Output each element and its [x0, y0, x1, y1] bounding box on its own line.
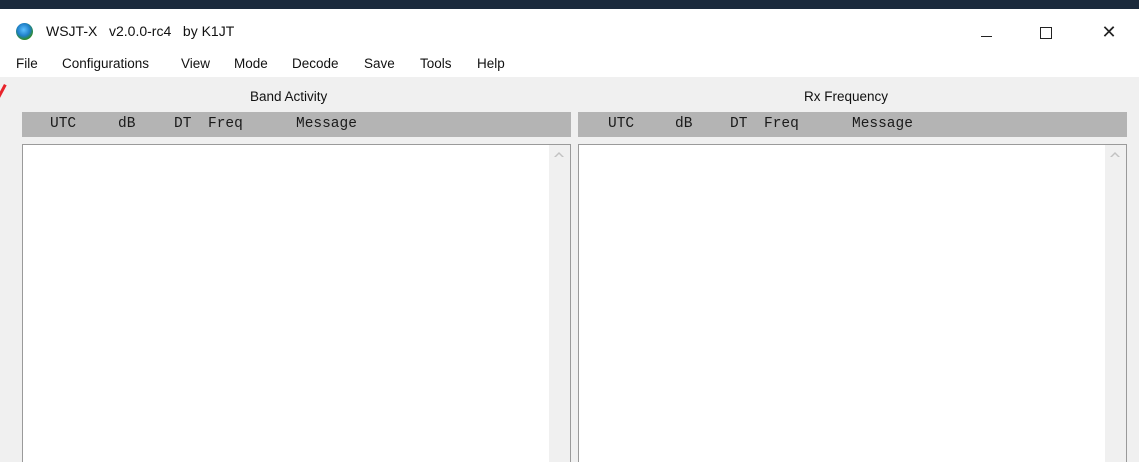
rx-frequency-scrollbar[interactable]	[1105, 145, 1126, 462]
column-utc: UTC	[50, 116, 77, 132]
column-dt: DT	[730, 116, 748, 132]
window-top-strip	[0, 0, 1139, 9]
rx-frequency-textarea[interactable]	[578, 144, 1127, 462]
menu-view[interactable]: View	[181, 56, 210, 71]
minimize-icon	[980, 35, 992, 37]
menu-save[interactable]: Save	[364, 56, 395, 71]
menu-bar: File Configurations View Mode Decode Sav…	[0, 49, 1139, 77]
menu-file[interactable]: File	[16, 56, 38, 71]
close-button[interactable]: ✕	[1086, 18, 1132, 48]
maximize-button[interactable]	[1023, 18, 1069, 48]
maximize-icon	[1040, 27, 1052, 39]
column-db: dB	[118, 116, 136, 132]
menu-help[interactable]: Help	[477, 56, 505, 71]
menu-decode[interactable]: Decode	[292, 56, 339, 71]
close-icon: ✕	[1101, 22, 1117, 43]
menu-mode[interactable]: Mode	[234, 56, 268, 71]
rx-frequency-title: Rx Frequency	[804, 89, 889, 104]
wsjtx-main-window: WSJT-X v2.0.0-rc4 by K1JT ✕ File Configu…	[0, 0, 1139, 462]
minimize-button[interactable]	[963, 18, 1009, 48]
band-activity-textarea[interactable]	[22, 144, 571, 462]
band-activity-column-header: UTC dB DT Freq Message	[22, 112, 571, 137]
column-freq: Freq	[208, 116, 243, 132]
column-message: Message	[296, 116, 357, 132]
menu-tools[interactable]: Tools	[420, 56, 452, 71]
wsjtx-globe-icon	[16, 23, 33, 40]
red-annotation-mark	[0, 84, 7, 128]
rx-frequency-column-header: UTC dB DT Freq Message	[578, 112, 1127, 137]
scroll-up-icon[interactable]	[1110, 152, 1120, 157]
band-activity-scrollbar[interactable]	[549, 145, 570, 462]
band-activity-title: Band Activity	[250, 89, 328, 104]
window-title: WSJT-X v2.0.0-rc4 by K1JT	[46, 23, 235, 39]
column-db: dB	[675, 116, 693, 132]
scroll-up-icon[interactable]	[554, 152, 564, 157]
column-utc: UTC	[608, 116, 635, 132]
menu-configurations[interactable]: Configurations	[62, 56, 149, 71]
title-bar[interactable]: WSJT-X v2.0.0-rc4 by K1JT ✕	[0, 9, 1139, 49]
column-message: Message	[852, 116, 913, 132]
column-dt: DT	[174, 116, 192, 132]
column-freq: Freq	[764, 116, 799, 132]
